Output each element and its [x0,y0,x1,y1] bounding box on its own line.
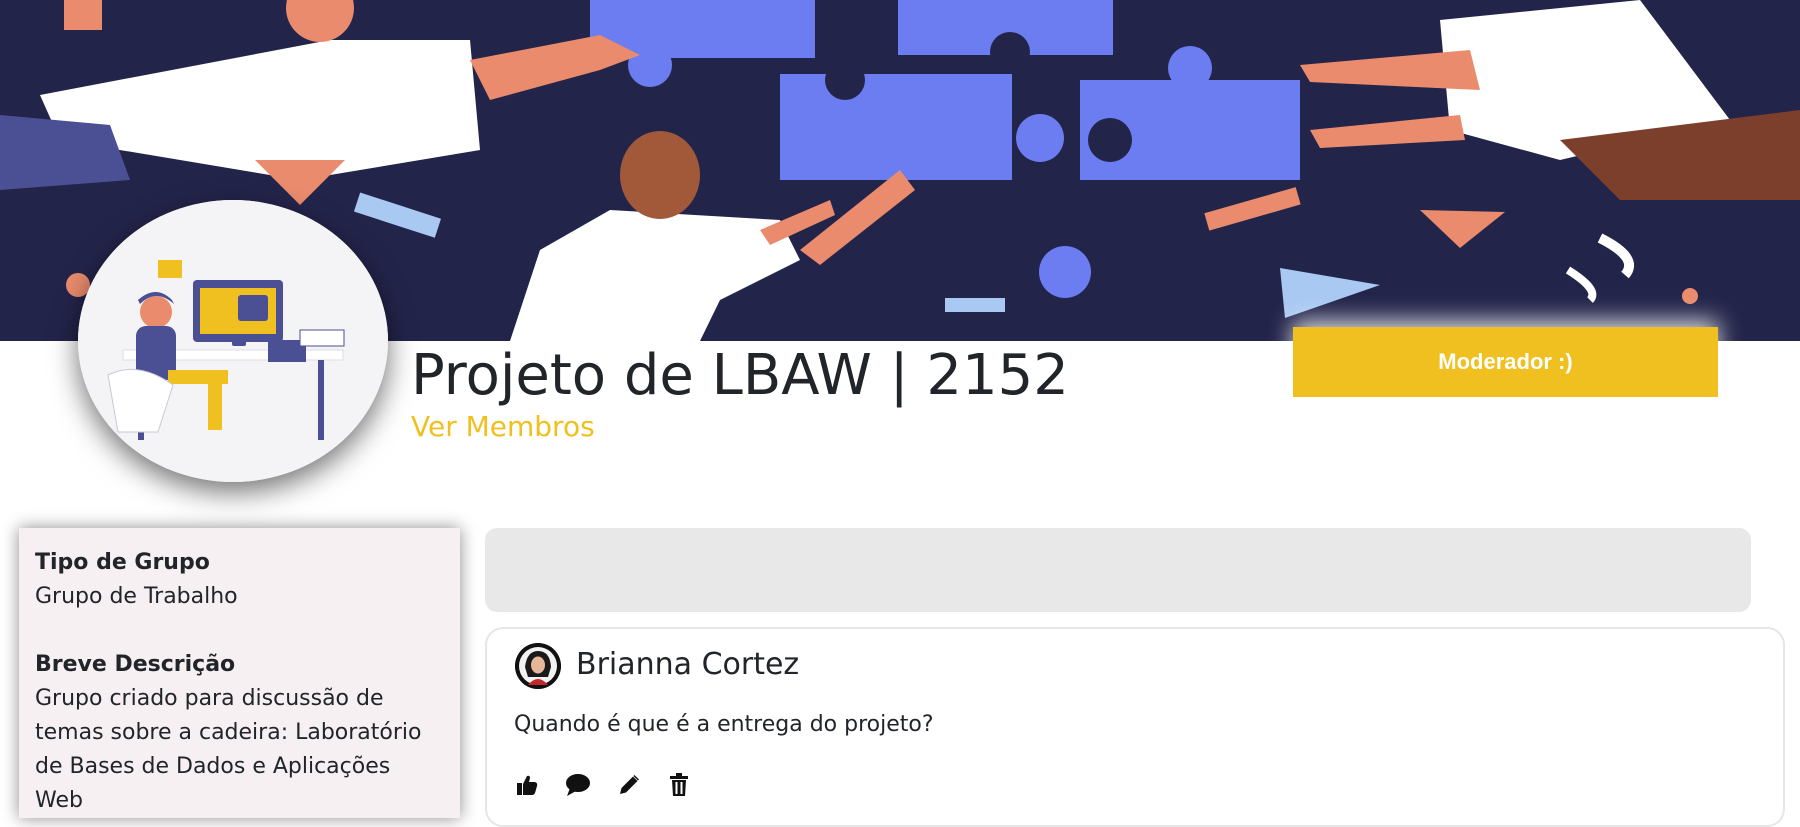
trash-icon[interactable] [665,771,693,799]
group-avatar [78,200,388,482]
post-content: Quando é que é a entrega do projeto? [514,712,934,737]
moderator-button[interactable]: Moderador :) [1293,327,1718,397]
view-members-link[interactable]: Ver Membros [411,408,595,446]
group-type-label: Tipo de Grupo [35,550,210,575]
author-avatar[interactable] [515,643,561,689]
post-author-name[interactable]: Brianna Cortez [576,645,799,685]
post-composer[interactable] [485,528,1751,612]
comment-icon[interactable] [564,771,592,799]
description-value: Grupo criado para discussão de temas sob… [35,686,422,813]
group-type-value: Grupo de Trabalho [35,584,238,609]
thumbs-up-icon[interactable] [513,771,541,799]
post-card: Brianna Cortez Quando é que é a entrega … [485,627,1785,827]
pencil-icon[interactable] [615,771,643,799]
description-label: Breve Descrição [35,652,236,677]
group-title: Projeto de LBAW | 2152 [411,343,1069,408]
group-info-card: Tipo de Grupo Grupo de Trabalho Breve De… [19,528,460,818]
